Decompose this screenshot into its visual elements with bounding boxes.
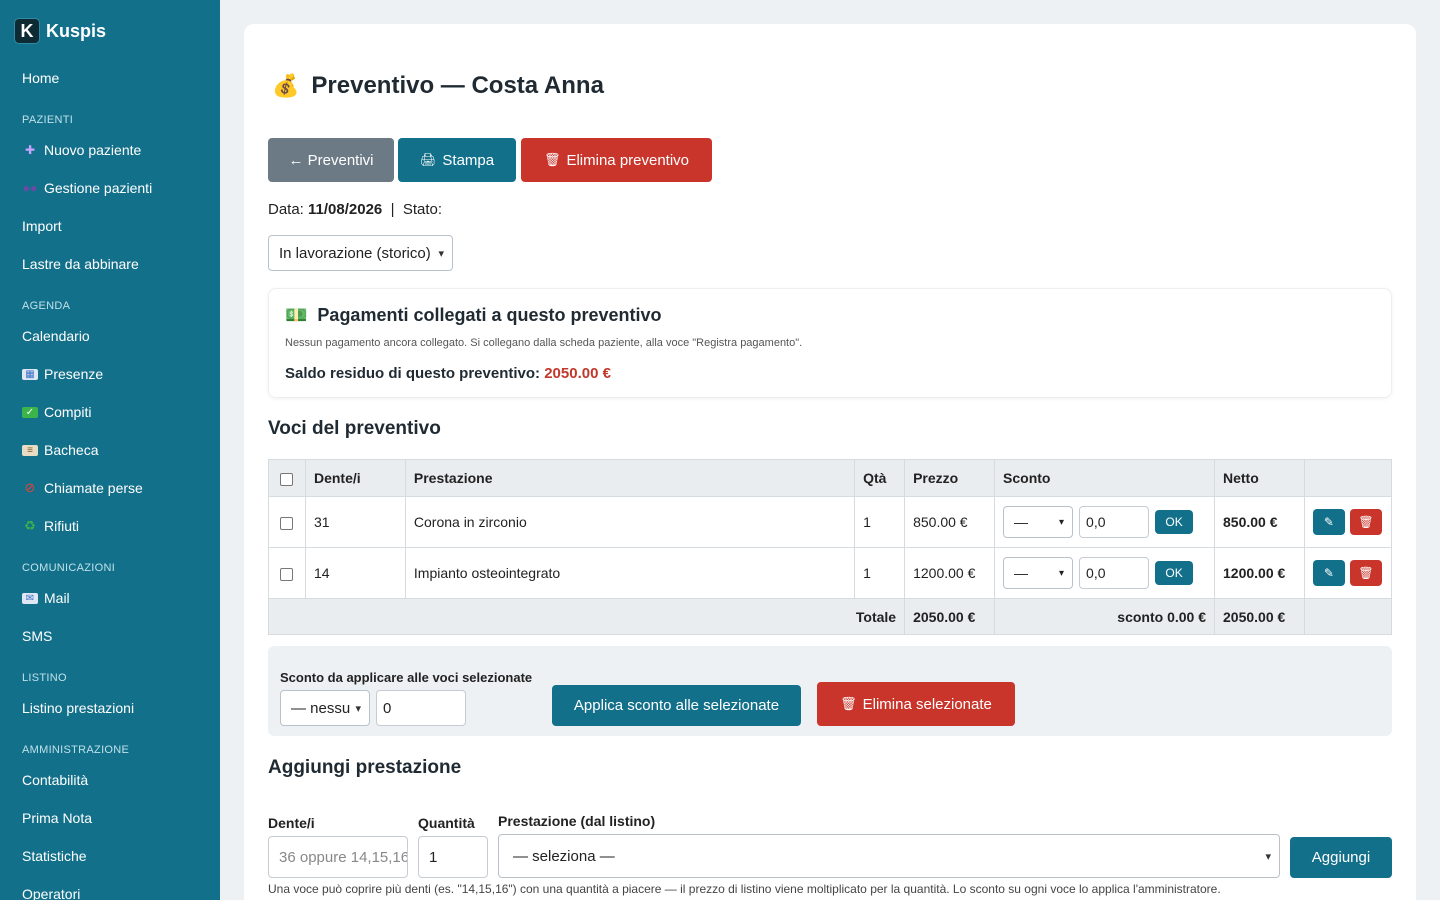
row-checkbox[interactable] xyxy=(280,516,294,530)
col-prestazione: Prestazione xyxy=(404,459,856,497)
chevron-down-icon: ▾ xyxy=(438,247,444,260)
people-icon: ●● xyxy=(22,181,38,195)
sidebar-section-agenda: AGENDA xyxy=(22,300,71,312)
calendar-icon: ▦ xyxy=(22,368,38,380)
sidebar-item-home[interactable]: Home xyxy=(22,70,59,86)
sidebar-item-calendario[interactable]: Calendario xyxy=(22,328,90,344)
check-icon: ✓ xyxy=(22,406,38,418)
clipboard-icon: ≡ xyxy=(22,444,38,456)
trash-icon[interactable]: 🗑 xyxy=(1349,560,1382,586)
add-help-text: Una voce può coprire più denti (es. "14,… xyxy=(268,882,1221,896)
row-checkbox[interactable] xyxy=(280,567,294,581)
plus-icon: ✚ xyxy=(24,143,36,157)
dente-label: Dente/i xyxy=(268,815,315,831)
quote-meta: Data: 11/08/2026 | Stato: xyxy=(268,201,443,218)
bulk-discount-label: Sconto da applicare alle voci selezionat… xyxy=(280,670,533,685)
status-select[interactable]: In lavorazione (storico) ▾ xyxy=(268,235,453,271)
sidebar-section-pazienti: PAZIENTI xyxy=(22,114,74,126)
bulk-discount-type-select[interactable]: — nessu ▾ xyxy=(280,690,370,726)
dente-input[interactable]: 36 oppure 14,15,16 xyxy=(268,836,408,878)
trash-icon: 🗑 xyxy=(840,696,857,711)
main-card: 💰 Preventivo — Costa Anna ← Preventivi 🖨… xyxy=(244,24,1416,900)
sidebar-item-compiti[interactable]: ✓ Compiti xyxy=(22,404,91,420)
brand[interactable]: K Kuspis xyxy=(14,18,106,44)
apply-bulk-discount-button[interactable]: Applica sconto alle selezionate xyxy=(552,685,801,726)
prestazione-label: Prestazione (dal listino) xyxy=(498,813,656,829)
chevron-down-icon: ▾ xyxy=(1059,567,1065,579)
col-qta: Qtà xyxy=(854,459,906,497)
sidebar-item-statistiche[interactable]: Statistiche xyxy=(22,848,87,864)
prestazione-select[interactable]: — seleziona — ▾ xyxy=(498,834,1280,878)
printer-icon: 🖨 xyxy=(419,152,437,167)
sidebar-item-lastre[interactable]: Lastre da abbinare xyxy=(22,256,139,272)
quantita-input[interactable]: 1 xyxy=(418,836,488,878)
payments-note: Nessun pagamento ancora collegato. Si co… xyxy=(285,337,803,349)
select-all-checkbox[interactable] xyxy=(280,472,294,486)
recycle-icon: ♻ xyxy=(24,518,36,533)
col-netto: Netto xyxy=(1214,459,1305,497)
sidebar-item-sms[interactable]: SMS xyxy=(22,628,52,644)
print-button[interactable]: 🖨 Stampa xyxy=(398,138,516,182)
add-section-title: Aggiungi prestazione xyxy=(268,757,462,778)
table-header: Dente/i Prestazione Qtà Prezzo Sconto Ne… xyxy=(268,459,1393,497)
items-table: Dente/i Prestazione Qtà Prezzo Sconto Ne… xyxy=(267,459,1393,635)
payments-panel: 💵 Pagamenti collegati a questo preventiv… xyxy=(268,288,1392,398)
sidebar-section-listino: LISTINO xyxy=(22,672,67,684)
sidebar-item-listino-prestazioni[interactable]: Listino prestazioni xyxy=(22,700,134,716)
quantita-label: Quantità xyxy=(418,815,475,831)
sidebar-item-bacheca[interactable]: ≡ Bacheca xyxy=(22,442,98,458)
table-row: 31 Corona in zirconio 1 850.00 € — ▾ 0,0 … xyxy=(268,496,1393,548)
sidebar-item-gestione-pazienti[interactable]: ●● Gestione pazienti xyxy=(22,180,152,196)
chevron-down-icon: ▾ xyxy=(1265,850,1271,863)
sidebar-section-amministrazione: AMMINISTRAZIONE xyxy=(22,744,130,756)
totals-row: Totale 2050.00 € sconto 0.00 € 2050.00 € xyxy=(267,598,1393,635)
chevron-down-icon: ▾ xyxy=(1059,516,1065,528)
bulk-discount-value-input[interactable]: 0 xyxy=(376,690,466,726)
payments-title: 💵 Pagamenti collegati a questo preventiv… xyxy=(285,305,662,325)
quote-date: 11/08/2026 xyxy=(308,201,383,218)
items-section-title: Voci del preventivo xyxy=(268,418,441,439)
sidebar-section-comunicazioni: COMUNICAZIONI xyxy=(22,562,116,574)
balance: Saldo residuo di questo preventivo: 2050… xyxy=(285,365,611,382)
col-dente: Dente/i xyxy=(304,459,406,497)
sidebar-item-chiamate-perse[interactable]: ⊘ Chiamate perse xyxy=(22,480,143,496)
col-prezzo: Prezzo xyxy=(904,459,996,497)
discount-type-select[interactable]: — ▾ xyxy=(1003,557,1074,589)
delete-selected-button[interactable]: 🗑 Elimina selezionate xyxy=(817,682,1015,726)
sidebar-item-import[interactable]: Import xyxy=(22,218,62,234)
edit-pencil-icon[interactable]: ✎ xyxy=(1312,560,1345,586)
discount-type-select[interactable]: — ▾ xyxy=(1003,506,1074,538)
trash-icon: 🗑 xyxy=(543,152,561,167)
sidebar-item-contabilita[interactable]: Contabilità xyxy=(22,772,88,788)
balance-value: 2050.00 € xyxy=(544,365,611,382)
money-bag-icon: 💰 xyxy=(272,73,300,98)
no-call-icon: ⊘ xyxy=(24,480,36,495)
apply-discount-ok-button[interactable]: OK xyxy=(1155,510,1194,534)
discount-value-input[interactable]: 0,0 xyxy=(1079,506,1150,538)
sidebar-item-presenze[interactable]: ▦ Presenze xyxy=(22,366,103,382)
add-item-button[interactable]: Aggiungi xyxy=(1290,837,1392,878)
delete-quote-button[interactable]: 🗑 Elimina preventivo xyxy=(521,138,712,182)
mail-icon: ✉ xyxy=(22,592,38,604)
sidebar-item-mail[interactable]: ✉ Mail xyxy=(22,590,70,606)
col-sconto: Sconto xyxy=(994,459,1215,497)
brand-name: Kuspis xyxy=(46,20,107,41)
sidebar: K Kuspis Home PAZIENTI ✚ Nuovo paziente ●… xyxy=(0,0,220,900)
trash-icon[interactable]: 🗑 xyxy=(1349,509,1382,535)
chevron-down-icon: ▾ xyxy=(355,702,361,715)
bulk-discount-panel: Sconto da applicare alle voci selezionat… xyxy=(268,646,1392,736)
sidebar-item-operatori[interactable]: Operatori xyxy=(22,886,80,900)
brand-logo: K xyxy=(14,18,40,44)
edit-pencil-icon[interactable]: ✎ xyxy=(1312,509,1345,535)
table-row: 14 Impianto osteointegrato 1 1200.00 € —… xyxy=(268,547,1393,599)
sidebar-item-prima-nota[interactable]: Prima Nota xyxy=(22,810,92,826)
sidebar-item-rifiuti[interactable]: ♻ Rifiuti xyxy=(22,518,79,534)
apply-discount-ok-button[interactable]: OK xyxy=(1155,561,1194,585)
discount-value-input[interactable]: 0,0 xyxy=(1079,557,1150,589)
banknote-icon: 💵 xyxy=(285,305,308,325)
back-button[interactable]: ← Preventivi xyxy=(268,138,394,182)
page-title-text: Preventivo — Costa Anna xyxy=(311,72,604,99)
page-title: 💰 Preventivo — Costa Anna xyxy=(272,72,604,100)
sidebar-item-nuovo-paziente[interactable]: ✚ Nuovo paziente xyxy=(22,142,141,158)
